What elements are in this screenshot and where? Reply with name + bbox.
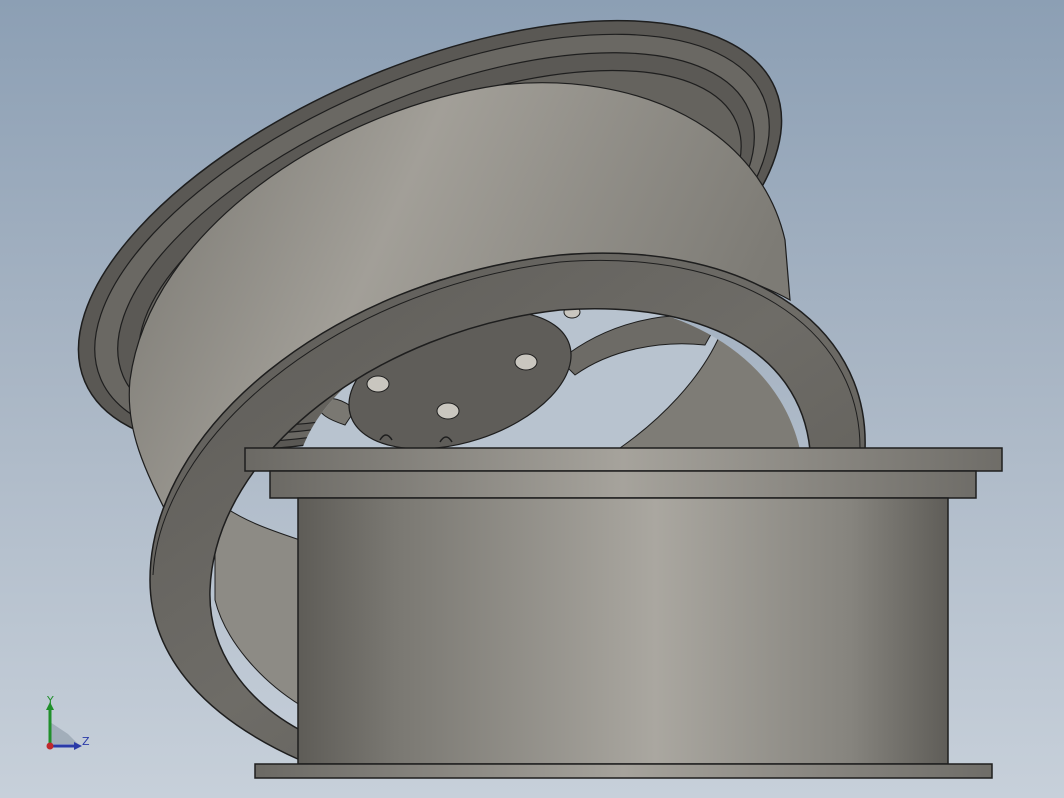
lug-hole [514, 353, 538, 371]
graphics-viewport[interactable]: Y Z [0, 0, 1064, 798]
upright-top-bead-seat [269, 470, 977, 499]
upright-bottom-flange [254, 763, 993, 779]
triad-y-label: Y [47, 694, 54, 707]
triad-z-label: Z [82, 735, 90, 748]
upright-wheel [244, 447, 1003, 779]
lug-hole [436, 402, 460, 420]
upright-barrel [297, 497, 949, 765]
upright-top-flange [244, 447, 1003, 472]
lug-hole [366, 375, 390, 393]
reference-triad: Y Z [38, 694, 108, 758]
cad-model-view [77, 19, 1003, 779]
